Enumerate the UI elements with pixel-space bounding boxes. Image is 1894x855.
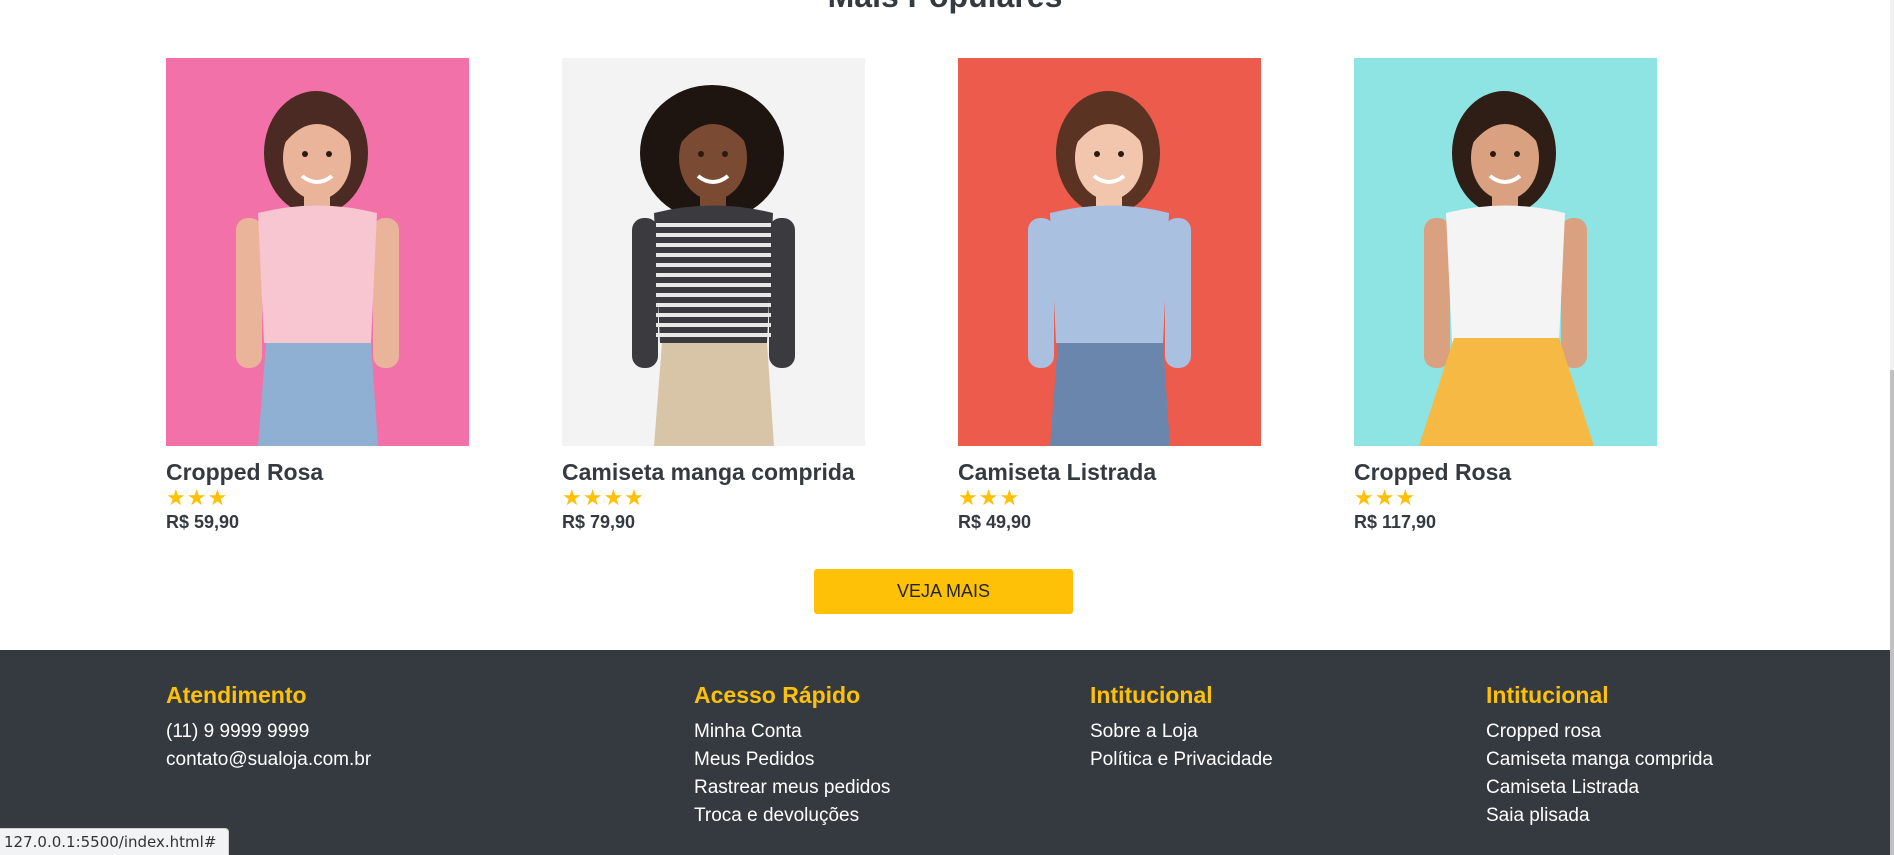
footer-column-institucional-produtos: Intitucional Cropped rosa Camiseta manga… xyxy=(1486,682,1713,830)
product-card[interactable]: Cropped Rosa ★★★ R$ 59,90 xyxy=(166,58,469,533)
product-name[interactable]: Cropped Rosa xyxy=(1354,459,1657,486)
footer-link-phone[interactable]: (11) 9 9999 9999 xyxy=(166,718,371,746)
footer-column-title: Intitucional xyxy=(1486,682,1609,708)
product-price: R$ 117,90 xyxy=(1354,512,1437,532)
footer-column-title: Acesso Rápido xyxy=(694,682,861,708)
footer-link-politica-privacidade[interactable]: Política e Privacidade xyxy=(1090,746,1273,774)
product-price: R$ 49,90 xyxy=(958,512,1032,532)
page: Mais Populares Cropped Rosa ★★★ R$ 59,90… xyxy=(0,0,1890,855)
footer-column-acesso-rapido: Acesso Rápido Minha Conta Meus Pedidos R… xyxy=(694,682,890,830)
footer-column-institucional: Intitucional Sobre a Loja Política e Pri… xyxy=(1090,682,1273,774)
footer-column-title: Intitucional xyxy=(1090,682,1213,708)
footer-link-email[interactable]: contato@sualoja.com.br xyxy=(166,746,371,774)
footer-link-minha-conta[interactable]: Minha Conta xyxy=(694,718,890,746)
star-rating-icon: ★★★ xyxy=(1354,485,1417,510)
footer-link-camiseta-listrada[interactable]: Camiseta Listrada xyxy=(1486,774,1713,802)
product-image[interactable] xyxy=(166,58,469,446)
footer-link-saia-plisada[interactable]: Saia plisada xyxy=(1486,802,1713,830)
product-name[interactable]: Cropped Rosa xyxy=(166,459,469,486)
product-photo-illustration xyxy=(1354,58,1657,446)
product-image[interactable] xyxy=(562,58,865,446)
scrollbar[interactable] xyxy=(1890,0,1894,855)
status-bar-url: 127.0.0.1:5500/index.html# xyxy=(0,828,230,855)
footer-column-atendimento: Atendimento (11) 9 9999 9999 contato@sua… xyxy=(166,682,371,774)
scrollbar-thumb[interactable] xyxy=(1890,370,1894,855)
footer: Atendimento (11) 9 9999 9999 contato@sua… xyxy=(0,650,1890,855)
product-image[interactable] xyxy=(1354,58,1657,446)
product-photo-illustration xyxy=(166,58,469,446)
product-card[interactable]: Camiseta Listrada ★★★ R$ 49,90 xyxy=(958,58,1261,533)
star-rating-icon: ★★★ xyxy=(166,485,229,510)
product-card[interactable]: Camiseta manga comprida ★★★★ R$ 79,90 xyxy=(562,58,865,533)
product-price: R$ 79,90 xyxy=(562,512,636,532)
footer-link-cropped-rosa[interactable]: Cropped rosa xyxy=(1486,718,1713,746)
section-title: Mais Populares xyxy=(0,0,1890,15)
star-rating-icon: ★★★ xyxy=(958,485,1021,510)
star-rating-icon: ★★★★ xyxy=(562,485,645,510)
footer-link-troca-devolucoes[interactable]: Troca e devoluções xyxy=(694,802,890,830)
product-photo-illustration xyxy=(958,58,1261,446)
product-image[interactable] xyxy=(958,58,1261,446)
product-name[interactable]: Camiseta manga comprida xyxy=(562,459,865,486)
footer-link-rastrear-pedidos[interactable]: Rastrear meus pedidos xyxy=(694,774,890,802)
footer-link-sobre-loja[interactable]: Sobre a Loja xyxy=(1090,718,1273,746)
footer-link-meus-pedidos[interactable]: Meus Pedidos xyxy=(694,746,890,774)
product-card[interactable]: Cropped Rosa ★★★ R$ 117,90 xyxy=(1354,58,1657,533)
product-name[interactable]: Camiseta Listrada xyxy=(958,459,1261,486)
product-photo-illustration xyxy=(562,58,865,446)
see-more-button[interactable]: VEJA MAIS xyxy=(814,569,1073,614)
footer-column-title: Atendimento xyxy=(166,682,307,708)
footer-link-camiseta-manga-comprida[interactable]: Camiseta manga comprida xyxy=(1486,746,1713,774)
product-price: R$ 59,90 xyxy=(166,512,240,532)
